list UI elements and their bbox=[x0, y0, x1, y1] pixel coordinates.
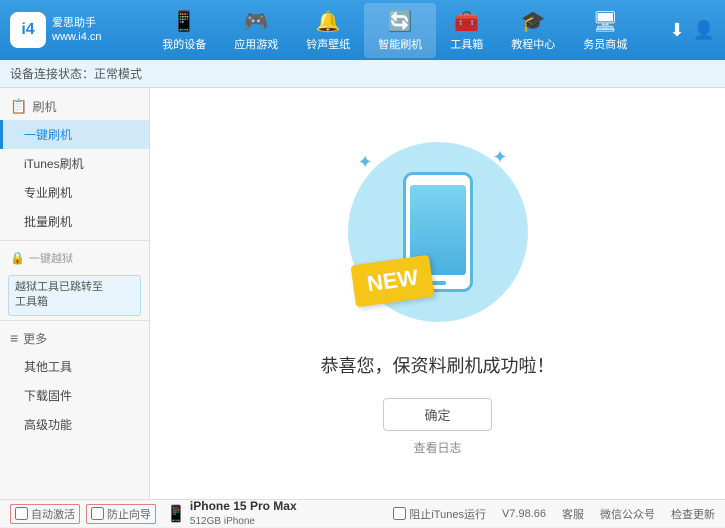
nav-business[interactable]: 🖥 务员商城 bbox=[569, 3, 641, 58]
itunes-checkbox[interactable] bbox=[393, 507, 406, 520]
app-logo: i4 爱思助手 www.i4.cn bbox=[10, 12, 120, 48]
nav-flash-label: 智能刷机 bbox=[378, 36, 422, 52]
sidebar-item-batch-flash[interactable]: 批量刷机 bbox=[0, 207, 149, 236]
logo-text: 爱思助手 www.i4.cn bbox=[52, 16, 102, 45]
more-section-icon: ≡ bbox=[10, 330, 18, 346]
nav-smart-flash[interactable]: 🔄 智能刷机 bbox=[364, 3, 436, 58]
flash-section-label: 刷机 bbox=[32, 98, 56, 115]
time-guide-option[interactable]: 防止向导 bbox=[86, 504, 156, 524]
auto-activate-label: 自动激活 bbox=[31, 506, 75, 522]
sidebar-section-more: ≡ 更多 其他工具 下载固件 高级功能 bbox=[0, 325, 149, 439]
nav-ringtones[interactable]: 🔔 铃声壁纸 bbox=[292, 3, 364, 58]
jailbreak-notice: 越狱工具已跳转至工具箱 bbox=[8, 275, 141, 316]
device-type-label: iPhone bbox=[224, 516, 255, 527]
device-sub-info: 512GB iPhone bbox=[190, 515, 297, 528]
nav-toolbox[interactable]: 🧰 工具箱 bbox=[436, 3, 497, 58]
main-area: 📋 刷机 一键刷机 iTunes刷机 专业刷机 批量刷机 🔒 一键越狱 越 bbox=[0, 88, 725, 499]
sparkle-tr-icon: ✦ bbox=[492, 147, 507, 168]
itunes-check[interactable]: 阻止iTunes运行 bbox=[393, 506, 486, 522]
time-guide-checkbox[interactable] bbox=[91, 507, 104, 520]
bottom-bar: 自动激活 防止向导 📱 iPhone 15 Pro Max 512GB iPho… bbox=[0, 499, 725, 527]
ringtones-icon: 🔔 bbox=[316, 9, 341, 34]
header-actions: ⬇ 👤 bbox=[669, 20, 715, 41]
wechat-link[interactable]: 微信公众号 bbox=[600, 506, 655, 522]
connection-label: 设备连接状态： bbox=[10, 65, 94, 82]
check-update-link[interactable]: 检查更新 bbox=[671, 506, 715, 522]
sidebar-item-download-firmware[interactable]: 下载固件 bbox=[0, 381, 149, 410]
download-button[interactable]: ⬇ bbox=[669, 20, 684, 41]
device-storage: 512GB bbox=[190, 516, 221, 527]
nav-tutorials-label: 教程中心 bbox=[511, 36, 555, 52]
sidebar-group-more: ≡ 更多 bbox=[0, 325, 149, 352]
sidebar-group-jailbreak: 🔒 一键越狱 bbox=[0, 245, 149, 271]
customer-service-link[interactable]: 客服 bbox=[562, 506, 584, 522]
sidebar-section-jailbreak: 🔒 一键越狱 越狱工具已跳转至工具箱 bbox=[0, 245, 149, 316]
tutorials-icon: 🎓 bbox=[521, 9, 546, 34]
device-name: iPhone 15 Pro Max bbox=[190, 499, 297, 515]
auto-activate-option[interactable]: 自动激活 bbox=[10, 504, 80, 524]
sidebar-group-flash: 📋 刷机 bbox=[0, 93, 149, 120]
user-button[interactable]: 👤 bbox=[693, 20, 715, 41]
sidebar-item-advanced[interactable]: 高级功能 bbox=[0, 410, 149, 439]
sparkle-tl-icon: ✦ bbox=[358, 152, 373, 173]
nav-my-devices[interactable]: 📱 我的设备 bbox=[148, 3, 220, 58]
lock-icon: 🔒 bbox=[10, 251, 25, 265]
divider-2 bbox=[0, 320, 149, 321]
nav-business-label: 务员商城 bbox=[583, 36, 627, 52]
logo-icon: i4 bbox=[10, 12, 46, 48]
main-content: ✦ ✦ ✦ NEW 恭喜您，保资料刷机成功啦！ 确定 查看日志 bbox=[150, 88, 725, 499]
nav-ringtones-label: 铃声壁纸 bbox=[306, 36, 350, 52]
confirm-button[interactable]: 确定 bbox=[383, 398, 491, 431]
business-icon: 🖥 bbox=[593, 9, 618, 34]
flash-section-icon: 📋 bbox=[10, 98, 27, 115]
phone-illustration: ✦ ✦ ✦ NEW bbox=[338, 132, 538, 332]
divider-1 bbox=[0, 240, 149, 241]
itunes-label: 阻止iTunes运行 bbox=[409, 506, 486, 522]
auto-activate-checkbox[interactable] bbox=[15, 507, 28, 520]
nav-tutorials[interactable]: 🎓 教程中心 bbox=[497, 3, 569, 58]
device-phone-icon: 📱 bbox=[166, 504, 186, 524]
time-guide-label: 防止向导 bbox=[107, 506, 151, 522]
sidebar-section-flash: 📋 刷机 一键刷机 iTunes刷机 专业刷机 批量刷机 bbox=[0, 93, 149, 236]
device-options: 自动激活 防止向导 bbox=[10, 504, 156, 524]
sidebar-item-pro-flash[interactable]: 专业刷机 bbox=[0, 178, 149, 207]
status-toolbar: 设备连接状态： 正常模式 bbox=[0, 60, 725, 88]
device-info: 📱 iPhone 15 Pro Max 512GB iPhone bbox=[166, 499, 297, 528]
toolbox-icon: 🧰 bbox=[454, 9, 479, 34]
flash-icon: 🔄 bbox=[388, 9, 413, 34]
version-number: V7.98.66 bbox=[502, 508, 546, 520]
device-details: iPhone 15 Pro Max 512GB iPhone bbox=[190, 499, 297, 528]
nav-apps-label: 应用游戏 bbox=[234, 36, 278, 52]
nav-devices-label: 我的设备 bbox=[162, 36, 206, 52]
sidebar-item-other-tools[interactable]: 其他工具 bbox=[0, 352, 149, 381]
view-log-link[interactable]: 查看日志 bbox=[413, 439, 461, 456]
sidebar-item-itunes-flash[interactable]: iTunes刷机 bbox=[0, 149, 149, 178]
connection-status: 正常模式 bbox=[94, 65, 142, 82]
nav-toolbox-label: 工具箱 bbox=[450, 36, 483, 52]
success-message: 恭喜您，保资料刷机成功啦！ bbox=[321, 352, 555, 378]
main-nav: 📱 我的设备 🎮 应用游戏 🔔 铃声壁纸 🔄 智能刷机 🧰 工具箱 🎓 教程中心… bbox=[120, 3, 669, 58]
app-header: i4 爱思助手 www.i4.cn 📱 我的设备 🎮 应用游戏 🔔 铃声壁纸 🔄… bbox=[0, 0, 725, 60]
devices-icon: 📱 bbox=[172, 9, 197, 34]
sidebar-item-one-click-flash[interactable]: 一键刷机 bbox=[0, 120, 149, 149]
version-info: 阻止iTunes运行 V7.98.66 客服 微信公众号 检查更新 bbox=[393, 506, 715, 522]
nav-apps-games[interactable]: 🎮 应用游戏 bbox=[220, 3, 292, 58]
sidebar: 📋 刷机 一键刷机 iTunes刷机 专业刷机 批量刷机 🔒 一键越狱 越 bbox=[0, 88, 150, 499]
apps-icon: 🎮 bbox=[244, 9, 269, 34]
